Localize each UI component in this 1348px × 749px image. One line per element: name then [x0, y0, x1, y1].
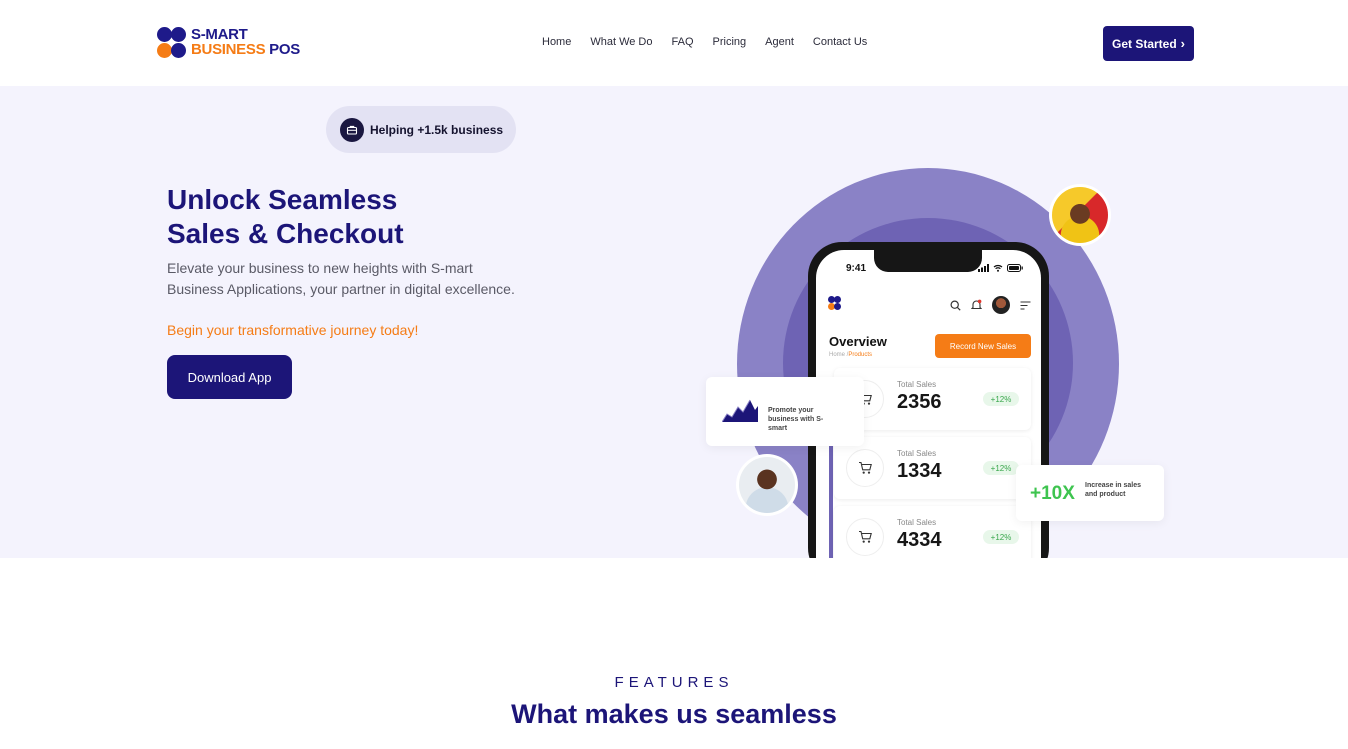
hero-description: Elevate your business to new heights wit…	[167, 260, 515, 297]
features-title: What makes us seamless	[511, 699, 837, 729]
logo-mark-icon	[157, 27, 187, 59]
logo-wordmark: S-MART BUSINESS POS	[191, 27, 300, 57]
card-value: 2356	[897, 391, 942, 413]
app-bar-actions	[950, 296, 1031, 314]
customer-avatar-woman	[1049, 184, 1111, 246]
phone-status-icons	[978, 264, 1023, 272]
wifi-icon	[993, 264, 1003, 272]
card-label: Total Sales	[897, 449, 937, 458]
nav-home[interactable]: Home	[542, 36, 571, 48]
badge-text: Helping +1.5k business	[370, 122, 504, 137]
promo-text: Promote your business with S-smart	[768, 407, 824, 432]
main-nav: Home What We Do FAQ Pricing Agent Contac…	[542, 36, 867, 48]
hero-section: Helping +1.5k business Unlock Seamless S…	[0, 86, 1348, 558]
features-kicker: FEATURES	[614, 674, 734, 691]
crumb-current: Products	[848, 352, 873, 358]
bell-icon[interactable]	[971, 299, 982, 311]
nav-pricing[interactable]: Pricing	[713, 36, 747, 48]
nav-what-we-do[interactable]: What We Do	[590, 36, 652, 48]
site-header: S-MART BUSINESS POS Home What We Do FAQ …	[0, 0, 1348, 86]
logo-line3: POS	[269, 41, 300, 58]
cart-icon	[846, 518, 884, 556]
user-avatar[interactable]	[992, 296, 1010, 314]
record-new-sales-button[interactable]: Record New Sales	[935, 334, 1031, 358]
promo-callout: Promote your business with S-smart	[706, 377, 864, 446]
card-change-badge: +12%	[983, 392, 1019, 406]
hero-title-line2: Sales & Checkout	[167, 218, 404, 249]
briefcase-icon	[340, 117, 364, 142]
card-label: Total Sales	[897, 380, 937, 389]
business-count-badge: Helping +1.5k business	[326, 106, 516, 153]
download-app-button[interactable]: Download App	[167, 355, 292, 399]
overview-title: Overview	[829, 334, 887, 349]
growth-text: Increase in sales and product	[1085, 482, 1142, 498]
logo-line2: BUSINESS POS	[191, 42, 300, 57]
phone-time: 9:41	[846, 263, 867, 274]
brand-logo[interactable]: S-MART BUSINESS POS	[157, 26, 317, 62]
crumb-home[interactable]: Home /	[829, 352, 848, 358]
growth-callout: +10X Increase in sales and product	[1016, 465, 1164, 521]
battery-icon	[1007, 264, 1023, 272]
phone-app-bar	[828, 296, 1031, 314]
growth-multiplier: +10X	[1030, 483, 1075, 504]
card-value: 1334	[897, 460, 942, 482]
hero-title: Unlock Seamless Sales & Checkout	[167, 183, 527, 251]
nav-contact-us[interactable]: Contact Us	[813, 36, 867, 48]
card-label: Total Sales	[897, 518, 937, 527]
growth-chart-icon	[722, 399, 758, 422]
get-started-button[interactable]: Get Started ›	[1103, 26, 1194, 61]
hero-accent-text: Begin your transformative journey today!	[167, 322, 419, 338]
card-change-badge: +12%	[983, 461, 1019, 475]
card-change-badge: +12%	[983, 530, 1019, 544]
chevron-right-icon: ›	[1180, 36, 1186, 51]
logo-line1: S-MART	[191, 26, 248, 43]
customer-avatar-man	[736, 454, 798, 516]
cart-icon	[846, 449, 884, 487]
sales-card: Total Sales 1334 +12%	[834, 437, 1031, 499]
phone-breadcrumb: Home /Products	[829, 352, 872, 358]
phone-notch	[874, 250, 982, 272]
nav-faq[interactable]: FAQ	[672, 36, 694, 48]
search-icon[interactable]	[950, 299, 961, 311]
card-value: 4334	[897, 529, 942, 551]
filter-menu-icon[interactable]	[1020, 301, 1031, 310]
nav-agent[interactable]: Agent	[765, 36, 794, 48]
sales-card: Total Sales 4334 +12%	[834, 506, 1031, 558]
logo-line2-text: BUSINESS	[191, 41, 266, 58]
get-started-label: Get Started	[1111, 36, 1177, 51]
hero-title-line1: Unlock Seamless	[167, 184, 398, 215]
app-logo-icon	[828, 296, 842, 312]
signal-icon	[978, 264, 989, 272]
